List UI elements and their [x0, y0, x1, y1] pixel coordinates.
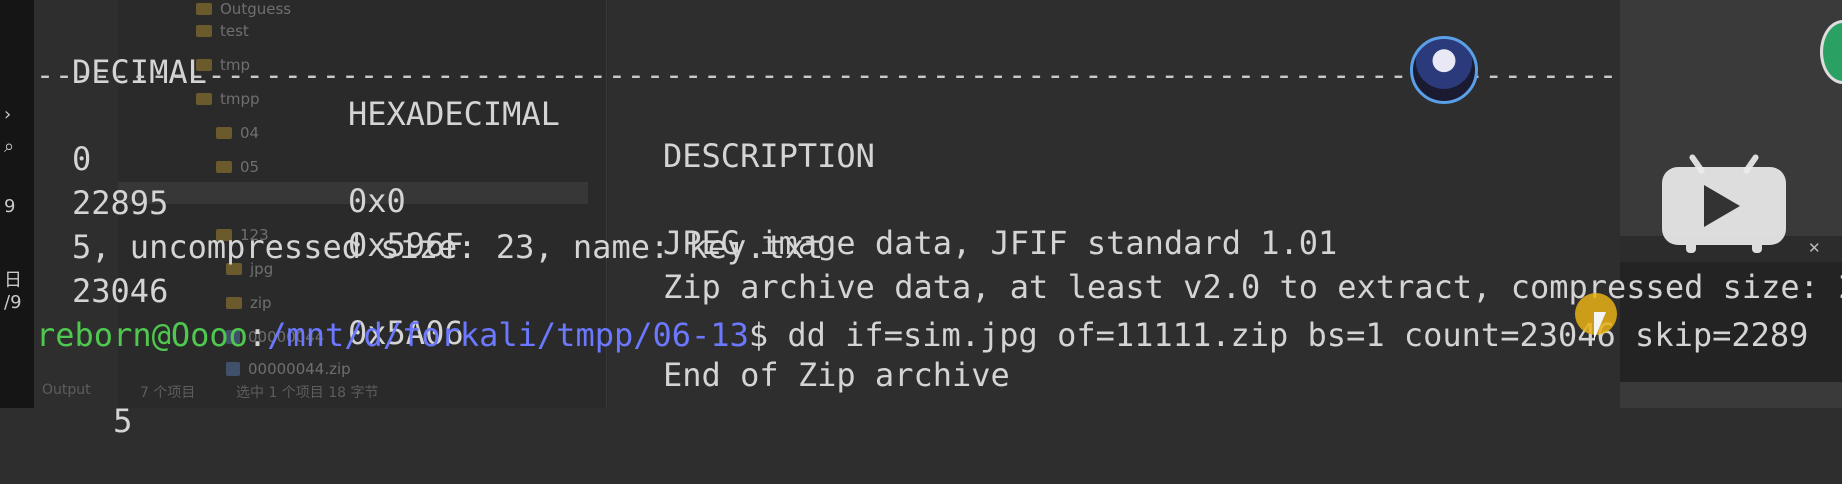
row-wrapped-text: 5, uncompressed size: 23, name: key.txt	[72, 228, 824, 266]
prompt-dollar: $	[748, 316, 769, 354]
play-button-icon[interactable]	[1662, 153, 1786, 253]
mouse-cursor-icon	[1594, 312, 1606, 340]
prompt-user-host: reborn@Oooo	[36, 316, 248, 354]
avatar-icon[interactable]	[1410, 36, 1478, 104]
header-description: DESCRIPTION	[663, 137, 875, 175]
tv-leg-left	[1686, 245, 1696, 253]
header-hexadecimal: HEXADECIMAL	[348, 95, 560, 133]
row-description: Zip archive data, at least v2.0 to extra…	[663, 268, 1842, 306]
prompt-path: /mnt/d/forkali/tmpp/06-13	[267, 316, 749, 354]
tv-leg-right	[1752, 245, 1762, 253]
separator-line: ----------------------------------------…	[36, 58, 1612, 86]
row-hex: 0x0	[348, 182, 406, 220]
row-decimal: 23046	[72, 272, 169, 310]
terminal-output: DECIMAL HEXADECIMAL DESCRIPTION --------…	[0, 0, 1842, 440]
row-description: End of Zip archive	[663, 356, 1010, 394]
play-triangle-icon	[1704, 185, 1740, 227]
command-wrap-line[interactable]: 5	[36, 358, 132, 484]
command-text[interactable]: dd if=sim.jpg of=11111.zip bs=1 count=23…	[768, 316, 1808, 354]
command-prompt-line[interactable]: reborn@Oooo:/mnt/d/forkali/tmpp/06-13$ d…	[36, 314, 1808, 356]
prompt-colon: :	[247, 316, 268, 354]
